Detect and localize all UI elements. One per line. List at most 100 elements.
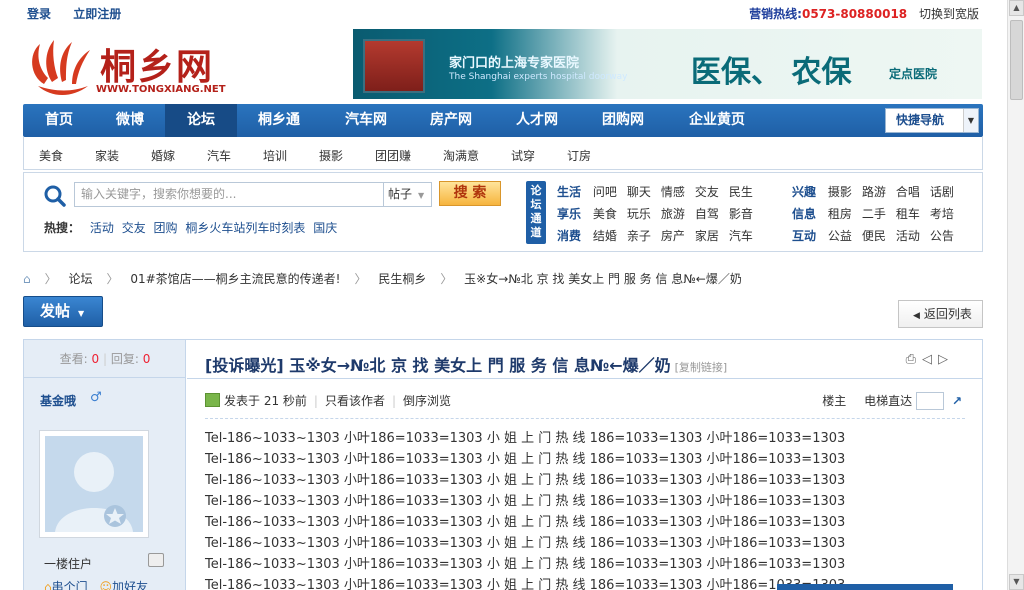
channel-link[interactable]: 自驾 bbox=[695, 207, 719, 221]
channel-row: 消费 结婚 亲子 房产 家居 汽车 bbox=[557, 227, 763, 244]
hot-search-link[interactable]: 桐乡火车站列车时刻表 bbox=[185, 221, 305, 235]
channel-link[interactable]: 情感 bbox=[661, 185, 685, 199]
new-post-button[interactable]: 发帖 ▼ bbox=[23, 296, 103, 327]
channel-key[interactable]: 兴趣 bbox=[792, 185, 816, 199]
subnav-item[interactable]: 培训 bbox=[263, 147, 287, 164]
breadcrumb-thread[interactable]: 玉※女→№北 京 找 美女上 門 服 务 信 息№←爆／奶 bbox=[464, 272, 742, 286]
channel-link[interactable]: 摄影 bbox=[828, 185, 852, 199]
vertical-scrollbar[interactable]: ▲ ▼ bbox=[1007, 0, 1024, 590]
online-status-icon bbox=[205, 393, 220, 407]
back-to-list-button[interactable]: ◀ 返回列表 bbox=[898, 300, 983, 328]
jump-go-icon[interactable]: ↗ bbox=[952, 394, 962, 408]
copy-link[interactable]: [复制链接] bbox=[675, 361, 728, 374]
channel-link[interactable]: 交友 bbox=[695, 185, 719, 199]
nav-item[interactable]: 房产网 bbox=[411, 104, 491, 137]
breadcrumb-sub[interactable]: 民生桐乡 bbox=[378, 272, 426, 286]
views-count: 0 bbox=[91, 352, 100, 366]
nav-item[interactable]: 首页 bbox=[23, 104, 95, 137]
channel-link[interactable]: 二手 bbox=[862, 207, 886, 221]
channel-link[interactable]: 汽车 bbox=[729, 229, 753, 243]
channel-link[interactable]: 玩乐 bbox=[627, 207, 651, 221]
subnav-item[interactable]: 美食 bbox=[39, 147, 63, 164]
search-button[interactable]: 搜 索 bbox=[439, 181, 501, 206]
channel-link[interactable]: 结婚 bbox=[593, 229, 617, 243]
jump-floor-input[interactable] bbox=[916, 392, 945, 410]
switch-wide-link[interactable]: 切换到宽版 bbox=[919, 7, 979, 21]
channel-link[interactable]: 便民 bbox=[862, 229, 886, 243]
nav-item-active[interactable]: 论坛 bbox=[165, 104, 237, 137]
channel-link[interactable]: 民生 bbox=[729, 185, 753, 199]
channel-link[interactable]: 话剧 bbox=[930, 185, 954, 199]
next-icon[interactable]: ▷ bbox=[938, 352, 954, 367]
channel-link[interactable]: 路游 bbox=[862, 185, 886, 199]
channel-link[interactable]: 美食 bbox=[593, 207, 617, 221]
channel-link[interactable]: 合唱 bbox=[896, 185, 920, 199]
subnav-item[interactable]: 摄影 bbox=[319, 147, 343, 164]
scroll-down-icon[interactable]: ▼ bbox=[1009, 574, 1024, 590]
search-scope-select[interactable]: 帖子 ▼ bbox=[382, 182, 432, 207]
dropdown-arrow-icon: ▼ bbox=[963, 109, 978, 132]
ad-banner[interactable]: 家门口的上海专家医院 The Shanghai experts hospital… bbox=[353, 29, 982, 99]
main-nav: 首页 微博 论坛 桐乡通 汽车网 房产网 人才网 团购网 企业黄页 快捷导航 ▼ bbox=[23, 104, 983, 137]
search-panel: 输入关键字，搜索你想要的... 帖子 ▼ 搜 索 热搜： 活动 交友 团购 桐乡火… bbox=[23, 172, 983, 252]
channel-link[interactable]: 活动 bbox=[896, 229, 920, 243]
register-link[interactable]: 立即注册 bbox=[73, 7, 121, 21]
channel-link[interactable]: 考培 bbox=[930, 207, 954, 221]
subnav-item[interactable]: 试穿 bbox=[511, 147, 535, 164]
avatar[interactable] bbox=[39, 430, 149, 538]
channel-key[interactable]: 消费 bbox=[557, 229, 581, 243]
channel-link[interactable]: 公益 bbox=[828, 229, 852, 243]
channel-link[interactable]: 旅游 bbox=[661, 207, 685, 221]
subnav-item[interactable]: 团团赚 bbox=[375, 147, 411, 164]
nav-item[interactable]: 企业黄页 bbox=[663, 104, 771, 137]
site-logo[interactable]: 桐乡网 WWW.TONGXIANG.NET bbox=[26, 36, 226, 98]
hot-search-link[interactable]: 国庆 bbox=[313, 221, 337, 235]
floating-toolbar-edge bbox=[777, 584, 953, 590]
subnav-item[interactable]: 婚嫁 bbox=[151, 147, 175, 164]
search-input[interactable]: 输入关键字，搜索你想要的... bbox=[74, 182, 384, 207]
reverse-order-link[interactable]: 倒序浏览 bbox=[403, 394, 451, 408]
channel-link[interactable]: 租房 bbox=[828, 207, 852, 221]
nav-item[interactable]: 汽车网 bbox=[321, 104, 411, 137]
add-friend-link[interactable]: 加好友 bbox=[112, 580, 148, 590]
hot-search-link[interactable]: 活动 bbox=[90, 221, 114, 235]
home-icon[interactable]: ⌂ bbox=[23, 272, 31, 286]
prev-icon[interactable]: ◁ bbox=[922, 352, 938, 367]
channel-link[interactable]: 家居 bbox=[695, 229, 719, 243]
nav-item[interactable]: 桐乡通 bbox=[237, 104, 321, 137]
thread-post: 查看: 0 | 回复: 0 基金哦 ♂ 一楼住户 ⌂串个门 ☺加好友 [投诉曝光… bbox=[23, 339, 983, 590]
subnav-item[interactable]: 淘满意 bbox=[443, 147, 479, 164]
channel-link[interactable]: 房产 bbox=[661, 229, 685, 243]
breadcrumb-forum[interactable]: 论坛 bbox=[68, 272, 92, 286]
channel-link[interactable]: 租车 bbox=[896, 207, 920, 221]
channel-key[interactable]: 生活 bbox=[557, 185, 581, 199]
channel-link[interactable]: 公告 bbox=[930, 229, 954, 243]
channel-link[interactable]: 问吧 bbox=[593, 185, 617, 199]
channel-key[interactable]: 信息 bbox=[792, 207, 816, 221]
breadcrumb-board[interactable]: 01#茶馆店——桐乡主流民意的传递者! bbox=[130, 272, 340, 286]
author-name[interactable]: 基金哦 bbox=[40, 392, 76, 409]
channel-key[interactable]: 互动 bbox=[792, 229, 816, 243]
print-icon[interactable]: ⎙ bbox=[906, 352, 922, 367]
nav-item[interactable]: 微博 bbox=[95, 104, 165, 137]
channel-link[interactable]: 影音 bbox=[729, 207, 753, 221]
nav-item[interactable]: 团购网 bbox=[583, 104, 663, 137]
subnav-item[interactable]: 家装 bbox=[95, 147, 119, 164]
hot-search-link[interactable]: 交友 bbox=[122, 221, 146, 235]
hot-search-link[interactable]: 团购 bbox=[154, 221, 178, 235]
scroll-up-icon[interactable]: ▲ bbox=[1009, 0, 1024, 16]
login-link[interactable]: 登录 bbox=[27, 7, 51, 21]
scroll-thumb[interactable] bbox=[1010, 20, 1023, 100]
channel-key[interactable]: 享乐 bbox=[557, 207, 581, 221]
only-author-link[interactable]: 只看该作者 bbox=[325, 394, 385, 408]
visit-icon: ⌂ bbox=[44, 580, 52, 590]
quick-nav-dropdown[interactable]: 快捷导航 ▼ bbox=[885, 108, 979, 133]
visit-link[interactable]: 串个门 bbox=[52, 580, 88, 590]
subnav-item[interactable]: 汽车 bbox=[207, 147, 231, 164]
back-to-list-label: 返回列表 bbox=[923, 307, 972, 321]
user-rank: 一楼住户 bbox=[44, 557, 93, 571]
nav-item[interactable]: 人才网 bbox=[491, 104, 583, 137]
subnav-item[interactable]: 订房 bbox=[567, 147, 591, 164]
channel-link[interactable]: 亲子 bbox=[627, 229, 651, 243]
channel-link[interactable]: 聊天 bbox=[627, 185, 651, 199]
